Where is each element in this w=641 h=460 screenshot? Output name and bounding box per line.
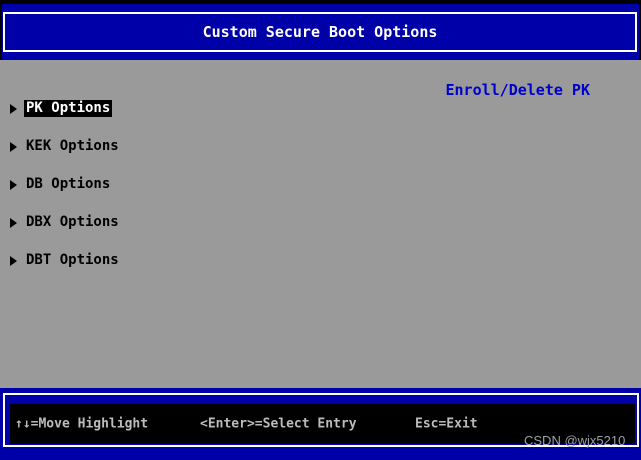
- submenu-arrow-icon: [10, 141, 17, 152]
- menu-item-label: PK Options: [24, 100, 113, 117]
- secure-boot-menu: PK Options KEK Options DB Options DBX Op…: [10, 100, 121, 290]
- menu-item-label: DBT Options: [26, 252, 119, 268]
- menu-item-dbt-options[interactable]: DBT Options: [10, 252, 121, 269]
- menu-item-kek-options[interactable]: KEK Options: [10, 138, 121, 155]
- page-title: Custom Secure Boot Options: [202, 23, 438, 41]
- csdn-watermark: CSDN @wjx5210: [524, 433, 626, 448]
- key-hint-select-entry: <Enter>=Select Entry: [200, 416, 357, 432]
- submenu-arrow-icon: [10, 255, 17, 266]
- submenu-arrow-icon: [10, 179, 17, 190]
- submenu-arrow-icon: [10, 217, 17, 228]
- bios-screen: Custom Secure Boot Options Enroll/Delete…: [0, 0, 641, 460]
- submenu-arrow-icon: [10, 103, 17, 114]
- main-area: Enroll/Delete PK PK Options KEK Options …: [0, 60, 641, 388]
- menu-item-dbx-options[interactable]: DBX Options: [10, 214, 121, 231]
- menu-item-label: KEK Options: [26, 138, 119, 154]
- title-box: Custom Secure Boot Options: [3, 12, 637, 52]
- help-text: Enroll/Delete PK: [445, 81, 591, 99]
- footer-bar: ↑↓=Move Highlight <Enter>=Select Entry E…: [0, 388, 641, 460]
- key-hint-exit: Esc=Exit: [415, 416, 478, 432]
- title-bar: Custom Secure Boot Options: [2, 4, 639, 60]
- menu-item-label: DB Options: [26, 176, 111, 192]
- menu-item-db-options[interactable]: DB Options: [10, 176, 121, 193]
- menu-item-pk-options[interactable]: PK Options: [10, 100, 121, 117]
- menu-item-label: DBX Options: [26, 214, 119, 230]
- key-hint-move-highlight: ↑↓=Move Highlight: [15, 416, 149, 432]
